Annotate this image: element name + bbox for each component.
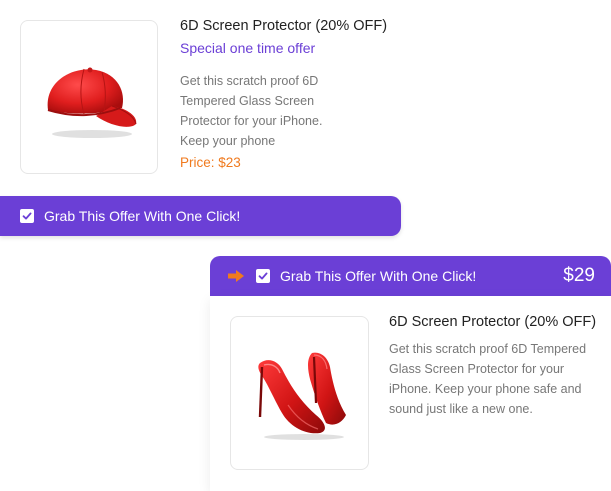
offer-body: 6D Screen Protector (20% OFF) Get this s… (210, 296, 611, 491)
red-cap-image (47, 67, 137, 138)
offer-description: Get this scratch proof 6D Tempered Glass… (180, 74, 323, 148)
grab-offer-button[interactable]: Grab This Offer With One Click! (0, 196, 401, 236)
offer-title: 6D Screen Protector (20% OFF) (389, 314, 597, 330)
grab-offer-label: Grab This Offer With One Click! (44, 208, 241, 224)
checkmark-icon (258, 272, 268, 280)
offer-price: $29 (563, 265, 595, 286)
product-image-frame (20, 20, 158, 174)
product-image-frame (230, 316, 369, 470)
checkmark-icon (22, 212, 32, 220)
offer-title: 6D Screen Protector (20% OFF) (180, 18, 388, 34)
offer-subtitle: Special one time offer (180, 40, 316, 56)
grab-offer-button[interactable]: Grab This Offer With One Click! $29 (210, 256, 611, 296)
offer-checkbox[interactable] (20, 209, 34, 223)
offer-card-2: Grab This Offer With One Click! $29 6D S… (210, 256, 611, 491)
grab-offer-label: Grab This Offer With One Click! (280, 268, 477, 284)
offer-card-1: 6D Screen Protector (20% OFF) Special on… (0, 0, 401, 237)
arrow-right-icon (228, 269, 246, 283)
red-high-heels-image (257, 352, 346, 440)
offer-price: Price: $23 (180, 155, 241, 170)
offer-checkbox[interactable] (256, 269, 270, 283)
offer-description: Get this scratch proof 6D Tempered Glass… (389, 342, 587, 416)
